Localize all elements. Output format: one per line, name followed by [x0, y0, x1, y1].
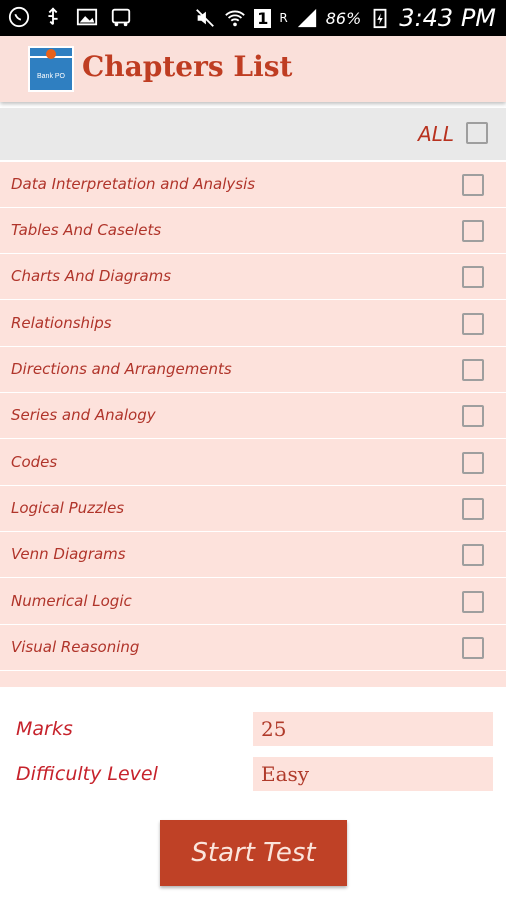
chapter-label: Visual Reasoning: [11, 638, 140, 656]
clock: 3:43 PM: [399, 4, 496, 32]
chapter-label: Directions and Arrangements: [11, 360, 232, 378]
chapter-row[interactable]: Directions and Arrangements: [0, 347, 506, 393]
chapter-row[interactable]: Codes: [0, 440, 506, 486]
chapter-row[interactable]: Data Interpretation and Analysis: [0, 162, 506, 208]
chapter-label: Relationships: [11, 314, 112, 332]
status-right-icons: 1 R 86% 3:43 PM: [194, 4, 496, 32]
chapter-row[interactable]: Series and Analogy: [0, 393, 506, 439]
page-title: Chapters List: [82, 50, 293, 83]
chapter-checkbox[interactable]: [462, 637, 484, 659]
battery-percent: 86%: [325, 8, 362, 28]
chapter-label: Tables And Caselets: [11, 221, 162, 239]
chapter-checkbox[interactable]: [462, 313, 484, 335]
usb-icon: [48, 7, 58, 25]
bus-icon: [111, 8, 131, 27]
select-all-row: ALL: [0, 108, 506, 160]
chapter-checkbox[interactable]: [462, 174, 484, 196]
select-all-label: ALL: [418, 122, 454, 146]
chapter-checkbox[interactable]: [462, 544, 484, 566]
chapter-checkbox[interactable]: [462, 591, 484, 613]
signal-icon: [297, 8, 316, 28]
chapter-row[interactable]: Visual Reasoning: [0, 625, 506, 671]
app-bar: Bank PO Chapters List: [0, 36, 506, 102]
chapter-checkbox[interactable]: [462, 220, 484, 242]
chapter-label: Logical Puzzles: [11, 499, 125, 517]
sim-indicator: 1: [254, 8, 272, 28]
chapter-label: Numerical Logic: [11, 592, 132, 610]
chapter-label: Codes: [11, 453, 58, 471]
chapter-checkbox[interactable]: [462, 405, 484, 427]
logo-text: Bank PO: [37, 73, 66, 80]
chapter-checkbox[interactable]: [462, 452, 484, 474]
chapter-row[interactable]: Charts And Diagrams: [0, 254, 506, 300]
battery-charging-icon: [373, 8, 387, 29]
chapters-list: Data Interpretation and Analysis Tables …: [0, 162, 506, 687]
chapter-label: Data Interpretation and Analysis: [11, 175, 256, 193]
mute-icon: [196, 9, 215, 27]
chapter-checkbox[interactable]: [462, 359, 484, 381]
chapter-row[interactable]: Relationships: [0, 301, 506, 347]
chapter-label: Venn Diagrams: [11, 545, 126, 563]
chapter-row[interactable]: Numerical Logic: [0, 579, 506, 625]
status-bar: 1 R 86% 3:43 PM: [0, 0, 506, 36]
start-test-button[interactable]: Start Test: [160, 820, 347, 886]
status-left-icons: [8, 6, 132, 28]
difficulty-label: Difficulty Level: [16, 763, 158, 785]
chapter-checkbox[interactable]: [462, 266, 484, 288]
chapter-row[interactable]: Logical Puzzles: [0, 486, 506, 532]
marks-label: Marks: [16, 718, 73, 740]
difficulty-field[interactable]: Easy: [253, 757, 493, 791]
chapter-label: Series and Analogy: [11, 406, 156, 424]
image-icon: [76, 8, 98, 26]
select-all-checkbox[interactable]: [466, 122, 488, 144]
chapter-checkbox[interactable]: [462, 498, 484, 520]
whatsapp-icon: [8, 6, 30, 28]
marks-field[interactable]: 25: [253, 712, 493, 746]
chapter-row[interactable]: Tables And Caselets: [0, 208, 506, 254]
app-logo-icon: Bank PO: [28, 46, 74, 92]
wifi-icon: [225, 10, 246, 27]
roaming-indicator: R: [279, 11, 288, 25]
chapter-row[interactable]: Venn Diagrams: [0, 532, 506, 578]
chapter-label: Charts And Diagrams: [11, 267, 172, 285]
